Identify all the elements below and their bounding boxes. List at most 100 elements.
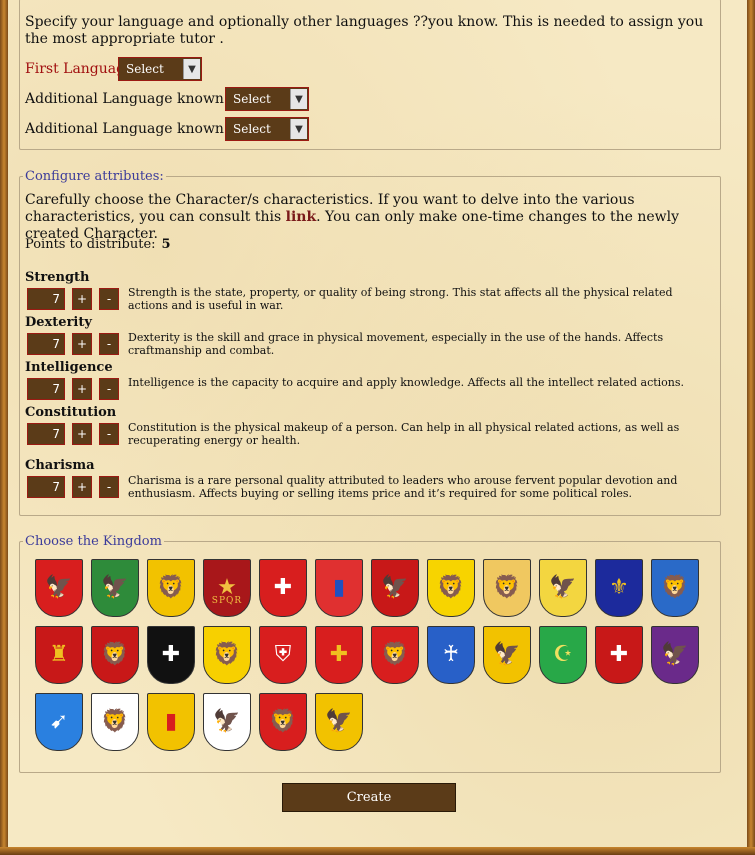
increase-button[interactable]: +	[72, 378, 92, 400]
lions-passant-icon: 🦁	[101, 642, 129, 667]
austria-eagle-icon: 🦅	[325, 709, 353, 734]
stat-name-constitution: Constitution	[25, 405, 117, 420]
right-frame-border	[747, 0, 755, 855]
stat-value-input[interactable]: 7	[27, 333, 65, 355]
first-language-select[interactable]: Select ▼	[118, 57, 202, 81]
kingdom-shield[interactable]: 🦁	[371, 626, 419, 684]
stat-name-charisma: Charisma	[25, 458, 95, 473]
eagle-icon: 🦅	[45, 575, 73, 600]
kingdom-shield[interactable]: ➹	[35, 693, 83, 751]
fleur-de-lis-icon: ⚜	[609, 575, 629, 600]
blue-lion-icon: 🦁	[101, 709, 129, 734]
kingdom-shield[interactable]: 🦁	[259, 693, 307, 751]
additional-language-1-row: Additional Language known N. 1	[25, 91, 258, 107]
additional-language-1-label: Additional Language known N. 1	[25, 91, 258, 107]
cross-quarters-icon: ✚	[329, 642, 349, 667]
additional-language-1-select-value: Select	[233, 92, 271, 106]
kingdom-shield[interactable]: 🦅	[91, 559, 139, 617]
kingdom-legend: Choose the Kingdom	[25, 534, 162, 549]
kingdom-shield[interactable]: ⚜	[595, 559, 643, 617]
additional-language-1-select[interactable]: Select ▼	[225, 87, 309, 111]
crescent-icon: ☪	[553, 642, 573, 667]
black-eagle-icon: 🦅	[381, 575, 409, 600]
kingdom-shield[interactable]: ▮	[147, 693, 195, 751]
stripes-icon: ▮	[332, 575, 346, 600]
white-lion-icon: 🦁	[381, 642, 409, 667]
cross-eagle-icon: ✚	[273, 575, 293, 600]
kingdom-shield[interactable]: 🦅	[203, 693, 251, 751]
kingdom-shield[interactable]: 🦅	[371, 559, 419, 617]
kingdom-shield[interactable]: 🦁	[147, 559, 195, 617]
stat-name-strength: Strength	[25, 270, 90, 285]
left-frame-border	[0, 0, 8, 855]
stat-description: Charisma is a rare personal quality attr…	[128, 474, 678, 500]
kingdom-shield[interactable]: ☪	[539, 626, 587, 684]
chevron-down-icon: ▼	[183, 59, 200, 79]
increase-button[interactable]: +	[72, 476, 92, 498]
kingdom-shield[interactable]: ♜	[35, 626, 83, 684]
kingdom-shield[interactable]: 🦅	[539, 559, 587, 617]
kingdom-shield[interactable]: ⛨	[259, 626, 307, 684]
decrease-button[interactable]: -	[99, 378, 119, 400]
stat-name-intelligence: Intelligence	[25, 360, 113, 375]
spqr-icon: ★	[217, 575, 237, 600]
stat-description: Strength is the state, property, or qual…	[128, 286, 673, 312]
kingdom-shield[interactable]: 🦁	[427, 559, 475, 617]
kingdom-shield[interactable]: ✚	[315, 626, 363, 684]
portugal-icon: ⛨	[274, 642, 292, 667]
increase-button[interactable]: +	[72, 288, 92, 310]
decrease-button[interactable]: -	[99, 476, 119, 498]
stat-value-input[interactable]: 7	[27, 423, 65, 445]
stripes-eagle-icon: 🦅	[493, 642, 521, 667]
shield-motto: SPQR	[211, 596, 243, 606]
additional-language-2-row: Additional Language known N. 2	[25, 121, 258, 137]
stat-value-input[interactable]: 7	[27, 288, 65, 310]
kingdom-shield[interactable]: 🦁	[203, 626, 251, 684]
lions-red-icon: 🦁	[269, 709, 297, 734]
decrease-button[interactable]: -	[99, 288, 119, 310]
increase-button[interactable]: +	[72, 333, 92, 355]
first-language-select-value: Select	[126, 62, 164, 76]
stat-value-input[interactable]: 7	[27, 378, 65, 400]
kingdom-shield[interactable]: ★ SPQR	[203, 559, 251, 617]
additional-language-2-select-value: Select	[233, 122, 271, 136]
bottom-frame-border	[0, 847, 755, 855]
points-label: Points to distribute:	[25, 237, 156, 252]
language-intro: Specify your language and optionally oth…	[25, 14, 704, 47]
points-value: 5	[161, 237, 171, 252]
three-lions-icon: 🦁	[157, 575, 185, 600]
increase-button[interactable]: +	[72, 423, 92, 445]
kingdom-shield[interactable]: 🦁	[91, 693, 139, 751]
angel-icon: ♰	[442, 642, 460, 667]
bow-icon: ➹	[49, 709, 69, 734]
kingdom-shield[interactable]: ✚	[147, 626, 195, 684]
rampant-lion-icon: 🦁	[213, 642, 241, 667]
decrease-button[interactable]: -	[99, 423, 119, 445]
chevron-down-icon: ▼	[290, 119, 307, 139]
kingdom-shield[interactable]: 🦁	[91, 626, 139, 684]
decrease-button[interactable]: -	[99, 333, 119, 355]
kingdom-shield[interactable]: ✚	[259, 559, 307, 617]
kingdom-shield[interactable]: 🦅	[651, 626, 699, 684]
attributes-help-link[interactable]: link	[286, 209, 317, 225]
kingdom-shield[interactable]: ▮	[315, 559, 363, 617]
kingdom-shield[interactable]: 🦅	[483, 626, 531, 684]
pallets-icon: ▮	[164, 709, 178, 734]
kingdom-shield[interactable]: 🦁	[483, 559, 531, 617]
split-eagle-icon: 🦅	[101, 575, 129, 600]
cross-eagle-black-icon: ✚	[161, 642, 181, 667]
kingdom-shield[interactable]: ♰	[427, 626, 475, 684]
additional-language-2-select[interactable]: Select ▼	[225, 117, 309, 141]
create-button[interactable]: Create	[282, 783, 456, 812]
kingdom-shield[interactable]: ✚	[595, 626, 643, 684]
chevron-down-icon: ▼	[290, 89, 307, 109]
kingdom-shield[interactable]: 🦅	[315, 693, 363, 751]
kingdom-shield[interactable]: 🦅	[35, 559, 83, 617]
attributes-intro: Carefully choose the Character/s charact…	[25, 192, 715, 243]
stat-value-input[interactable]: 7	[27, 476, 65, 498]
stat-description: Dexterity is the skill and grace in phys…	[128, 331, 664, 357]
white-eagle-black-icon: 🦅	[213, 709, 241, 734]
kingdom-shield[interactable]: 🦁	[651, 559, 699, 617]
stat-name-dexterity: Dexterity	[25, 315, 92, 330]
attributes-legend: Configure attributes:	[25, 169, 164, 184]
